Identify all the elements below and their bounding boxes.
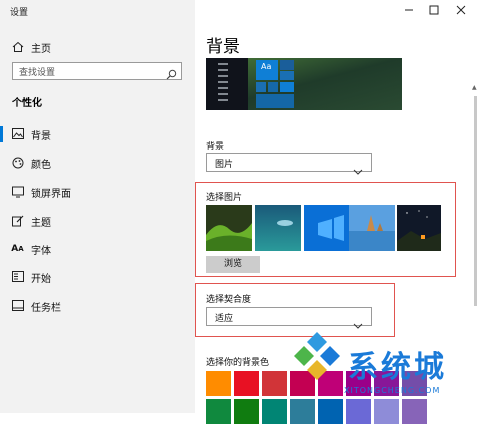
fit-value: 适应	[215, 314, 234, 324]
watermark-logo-icon	[290, 330, 344, 388]
search-input[interactable]: 查找设置	[12, 62, 182, 80]
sidebar-item-taskbar[interactable]: 任务栏	[0, 294, 195, 318]
search-placeholder: 查找设置	[19, 68, 56, 78]
window-title: 设置	[10, 8, 29, 18]
background-type-value: 图片	[215, 160, 234, 170]
wallpaper-thumbnail[interactable]	[304, 205, 350, 251]
sidebar-item-label: 背景	[31, 131, 51, 142]
font-icon: AA	[11, 243, 24, 254]
background-color-label: 选择你的背景色	[206, 358, 270, 368]
sidebar-item-label: 字体	[31, 246, 51, 257]
browse-button[interactable]: 浏览	[206, 256, 260, 273]
minimize-icon	[405, 9, 413, 11]
wallpaper-thumbnail[interactable]	[206, 205, 252, 251]
fit-select[interactable]: 适应	[206, 307, 372, 329]
choose-picture-label: 选择图片	[206, 193, 243, 203]
palette-icon	[11, 156, 24, 169]
section-heading: 个性化	[12, 98, 42, 109]
close-button[interactable]	[449, 0, 473, 20]
background-preview: Aa	[206, 58, 402, 110]
preview-tile-text: Aa	[261, 62, 272, 71]
color-swatch[interactable]	[290, 399, 315, 424]
sidebar-item-themes[interactable]: 主题	[0, 209, 195, 233]
color-swatch[interactable]	[402, 399, 427, 424]
sidebar-item-label: 主题	[31, 218, 51, 229]
color-swatch[interactable]	[234, 399, 259, 424]
sidebar-item-background[interactable]: 背景	[0, 122, 195, 146]
start-icon	[11, 270, 24, 283]
maximize-button[interactable]	[422, 0, 446, 20]
scrollbar[interactable]	[474, 96, 477, 306]
color-swatch[interactable]	[374, 399, 399, 424]
close-icon	[456, 5, 466, 15]
home-icon	[11, 40, 24, 53]
monitor-icon	[11, 185, 24, 198]
color-swatch[interactable]	[234, 371, 259, 396]
chevron-down-icon	[353, 160, 363, 179]
sidebar-item-label: 任务栏	[31, 303, 61, 314]
wallpaper-thumbnail[interactable]	[349, 205, 395, 251]
sidebar-item-fonts[interactable]: AA 字体	[0, 237, 195, 261]
sidebar-item-colors[interactable]: 颜色	[0, 151, 195, 175]
taskbar-icon	[11, 299, 24, 312]
color-swatch[interactable]	[206, 371, 231, 396]
settings-sidebar: 设置 主页 查找设置 个性化 背景 颜色 锁屏界面 主题 A A 字体 开始 任…	[0, 0, 195, 413]
home-nav-item[interactable]: 主页	[0, 35, 195, 59]
background-label: 背景	[206, 142, 225, 152]
sidebar-item-label: 开始	[31, 274, 51, 285]
search-icon[interactable]	[166, 65, 177, 84]
fit-label: 选择契合度	[206, 295, 252, 305]
background-type-select[interactable]: 图片	[206, 153, 372, 175]
sidebar-item-label: 锁屏界面	[31, 189, 71, 200]
chevron-down-icon	[353, 314, 363, 333]
sidebar-item-start[interactable]: 开始	[0, 265, 195, 289]
page-title: 背景	[206, 37, 240, 57]
color-swatch[interactable]	[318, 399, 343, 424]
sidebar-item-lock-screen[interactable]: 锁屏界面	[0, 180, 195, 204]
wallpaper-thumbnail[interactable]	[397, 205, 441, 251]
wallpaper-thumbnail[interactable]	[255, 205, 301, 251]
color-swatch[interactable]	[346, 399, 371, 424]
maximize-icon	[429, 5, 439, 15]
picture-icon	[11, 127, 24, 140]
scroll-up-icon[interactable]: ▲	[472, 84, 477, 91]
color-swatch[interactable]	[262, 371, 287, 396]
minimize-button[interactable]	[397, 0, 421, 20]
watermark-text: 系统城	[348, 350, 447, 385]
color-swatch[interactable]	[206, 399, 231, 424]
sidebar-item-label: 颜色	[31, 160, 51, 171]
color-swatch[interactable]	[262, 399, 287, 424]
brush-icon	[11, 214, 24, 227]
watermark-subtext: XITONGCHENG.COM	[344, 386, 441, 395]
home-label: 主页	[31, 44, 51, 55]
